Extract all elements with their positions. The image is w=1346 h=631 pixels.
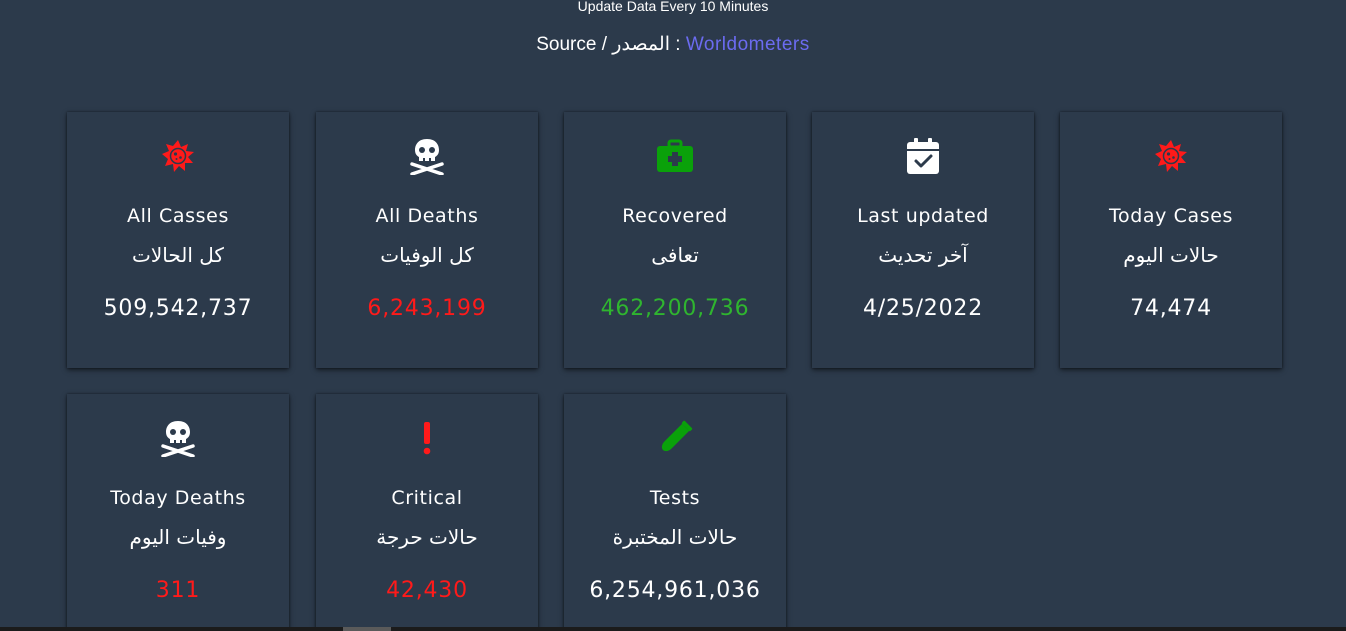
card-title-en: Critical bbox=[391, 487, 463, 509]
card-today-cases: Today Cases حالات اليوم 74,474 bbox=[1060, 112, 1282, 368]
medkit-icon bbox=[564, 136, 786, 176]
source-separator: : bbox=[669, 34, 686, 55]
card-title-ar: حالات المختبرة bbox=[612, 525, 738, 549]
card-title-en: Recovered bbox=[622, 205, 728, 227]
card-all-cases: All Casses كل الحالات 509,542,737 bbox=[67, 112, 289, 368]
card-value: 509,542,737 bbox=[103, 296, 253, 321]
card-title-ar: آخر تحديث bbox=[878, 243, 968, 267]
horizontal-scrollbar[interactable] bbox=[0, 627, 1346, 631]
virus-icon bbox=[1060, 136, 1282, 176]
card-title-en: Last updated bbox=[857, 205, 989, 227]
test-tube-icon bbox=[564, 418, 786, 458]
card-value: 42,430 bbox=[386, 578, 468, 603]
card-title-en: All Casses bbox=[127, 205, 229, 227]
scrollbar-thumb[interactable] bbox=[343, 627, 391, 631]
source-label: Source / المصدر bbox=[536, 34, 670, 55]
card-critical: Critical حالات حرجة 42,430 bbox=[316, 394, 538, 631]
card-title-ar: كل الحالات bbox=[132, 243, 224, 267]
card-value: 6,254,961,036 bbox=[589, 578, 761, 603]
calendar-check-icon bbox=[812, 136, 1034, 176]
card-title-ar: كل الوفيات bbox=[380, 243, 474, 267]
card-title-en: All Deaths bbox=[375, 205, 479, 227]
update-note: Update Data Every 10 Minutes bbox=[577, 0, 769, 14]
card-today-deaths: Today Deaths وفيات اليوم 311 bbox=[67, 394, 289, 631]
card-title-ar: وفيات اليوم bbox=[129, 525, 227, 549]
card-recovered: Recovered تعافى 462,200,736 bbox=[564, 112, 786, 368]
skull-crossbones-icon bbox=[67, 418, 289, 458]
stats-page: Update Data Every 10 Minutes Source / ال… bbox=[0, 0, 1346, 631]
card-tests: Tests حالات المختبرة 6,254,961,036 bbox=[564, 394, 786, 631]
card-title-ar: حالات اليوم bbox=[1123, 243, 1219, 267]
card-title-en: Tests bbox=[649, 487, 701, 509]
card-value: 462,200,736 bbox=[600, 296, 750, 321]
card-last-updated: Last updated آخر تحديث 4/25/2022 bbox=[812, 112, 1034, 368]
card-value: 311 bbox=[155, 578, 201, 603]
card-title-ar: حالات حرجة bbox=[376, 525, 478, 549]
card-value: 4/25/2022 bbox=[862, 296, 983, 321]
card-all-deaths: All Deaths كل الوفيات 6,243,199 bbox=[316, 112, 538, 368]
card-value: 6,243,199 bbox=[367, 296, 487, 321]
card-title-en: Today Cases bbox=[1109, 205, 1233, 227]
card-title-en: Today Deaths bbox=[110, 487, 246, 509]
source-line: Source / المصدر : Worldometers bbox=[0, 33, 1346, 56]
virus-icon bbox=[67, 136, 289, 176]
source-link-worldometers[interactable]: Worldometers bbox=[686, 34, 810, 55]
card-value: 74,474 bbox=[1130, 296, 1212, 321]
exclamation-icon bbox=[316, 418, 538, 458]
card-title-ar: تعافى bbox=[651, 243, 699, 267]
skull-crossbones-icon bbox=[316, 136, 538, 176]
